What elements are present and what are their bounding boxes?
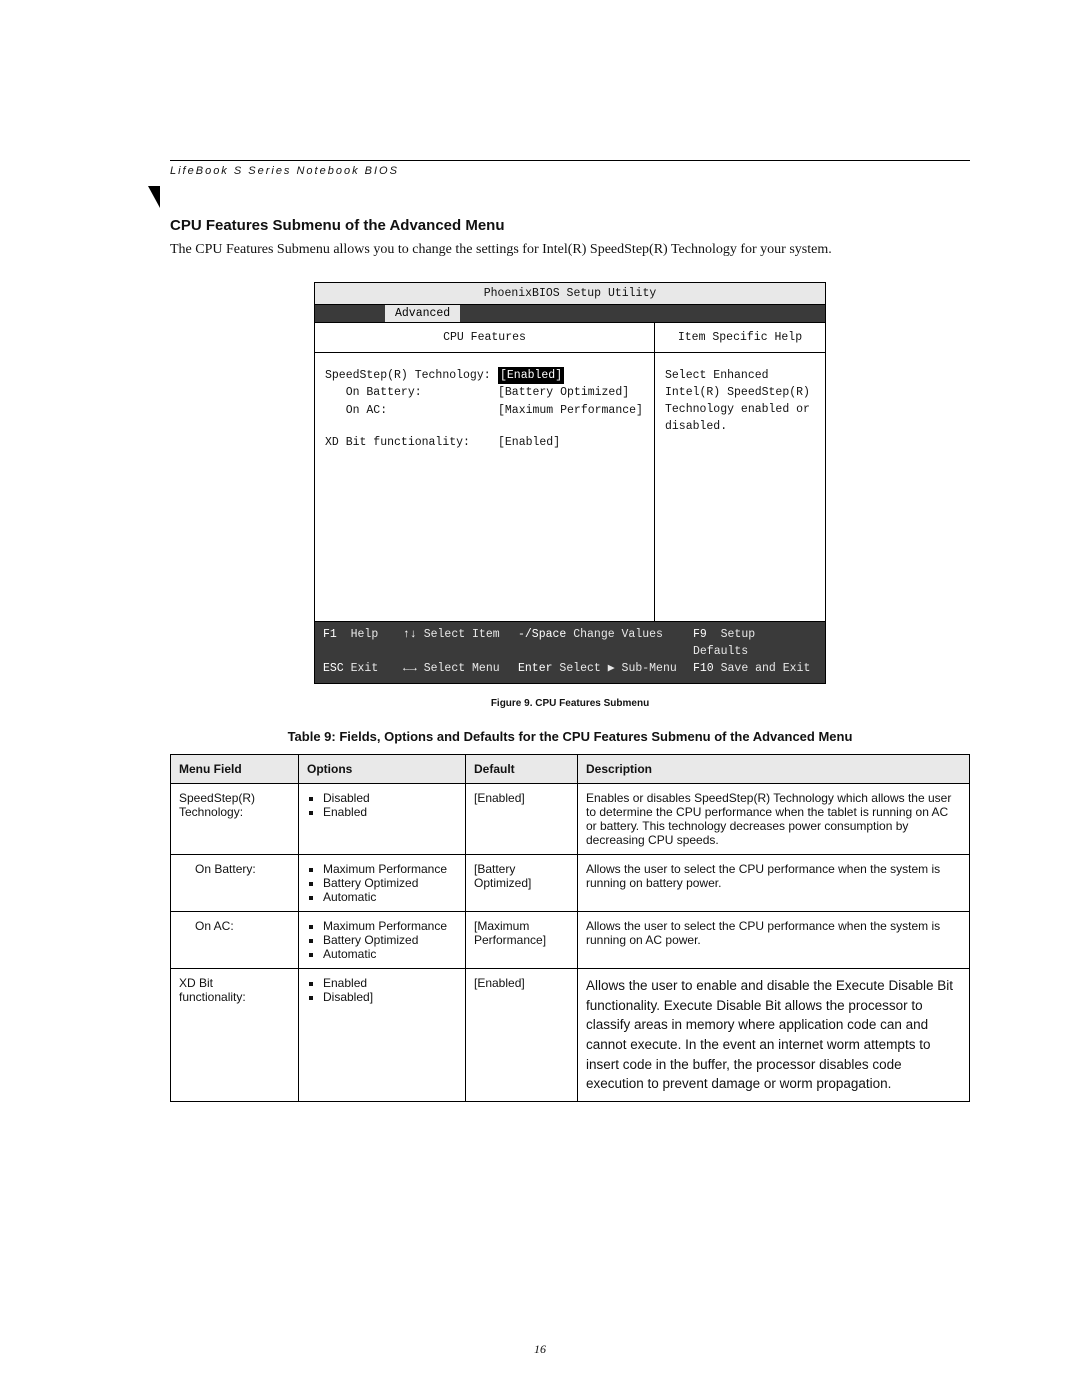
intro-paragraph: The CPU Features Submenu allows you to c…	[170, 240, 970, 260]
footer-select-submenu: Select ▶ Sub-Menu	[559, 662, 676, 675]
col-options: Options	[299, 755, 466, 784]
key-enter: Enter	[518, 662, 553, 675]
table-row: SpeedStep(R) Technology:DisabledEnabled[…	[171, 784, 970, 855]
key-f10: F10	[693, 662, 714, 675]
key-f1: F1	[323, 628, 337, 641]
table-header-row: Menu Field Options Default Description	[171, 755, 970, 784]
bios-label: XD Bit functionality:	[325, 434, 498, 452]
bios-left-header: CPU Features	[315, 323, 654, 353]
option-item: Automatic	[323, 947, 457, 961]
option-item: Enabled	[323, 805, 457, 819]
footer-select-menu: Select Menu	[424, 662, 500, 675]
running-header: LifeBook S Series Notebook BIOS	[170, 165, 970, 177]
arrows-up-down-icon: ↑↓	[403, 628, 417, 641]
figure-caption: Figure 9. CPU Features Submenu	[170, 698, 970, 709]
page-number: 16	[0, 1342, 1080, 1357]
cell-options: Maximum PerformanceBattery OptimizedAuto…	[299, 855, 466, 912]
bios-value: [Battery Optimized]	[498, 384, 644, 402]
col-menu-field: Menu Field	[171, 755, 299, 784]
cell-menu-field: On Battery:	[171, 855, 299, 912]
cell-description: Enables or disables SpeedStep(R) Technol…	[578, 784, 970, 855]
table-title: Table 9: Fields, Options and Defaults fo…	[170, 729, 970, 744]
cell-default: [Enabled]	[466, 969, 578, 1101]
option-item: Disabled]	[323, 990, 457, 1004]
key-minus-space: -/Space	[518, 628, 566, 641]
table-row: On AC:Maximum PerformanceBattery Optimiz…	[171, 912, 970, 969]
section-title: CPU Features Submenu of the Advanced Men…	[170, 217, 970, 234]
option-item: Disabled	[323, 791, 457, 805]
cell-menu-field: XD Bit functionality:	[171, 969, 299, 1101]
cell-options: DisabledEnabled	[299, 784, 466, 855]
bios-label: SpeedStep(R) Technology:	[325, 367, 498, 385]
bios-row-on-ac: On AC: [Maximum Performance]	[325, 402, 644, 420]
bios-value-selected: [Enabled]	[498, 367, 564, 385]
cell-menu-field: SpeedStep(R) Technology:	[171, 784, 299, 855]
bios-label: On Battery:	[325, 384, 498, 402]
option-item: Enabled	[323, 976, 457, 990]
option-item: Maximum Performance	[323, 862, 457, 876]
option-item: Automatic	[323, 890, 457, 904]
key-esc: ESC	[323, 662, 344, 675]
cell-default: [Maximum Performance]	[466, 912, 578, 969]
bios-footer: F1 Help ↑↓ Select Item -/Space Change Va…	[315, 622, 825, 684]
key-f9: F9	[693, 628, 707, 641]
cell-options: EnabledDisabled]	[299, 969, 466, 1101]
col-default: Default	[466, 755, 578, 784]
bios-row-xd-bit: XD Bit functionality: [Enabled]	[325, 434, 644, 452]
bios-help-text: Select Enhanced Intel(R) SpeedStep(R) Te…	[655, 353, 825, 450]
options-table: Menu Field Options Default Description S…	[170, 754, 970, 1101]
table-row: On Battery:Maximum PerformanceBattery Op…	[171, 855, 970, 912]
cell-description: Allows the user to enable and disable th…	[578, 969, 970, 1101]
footer-exit: Exit	[351, 662, 379, 675]
cell-default: [Enabled]	[466, 784, 578, 855]
footer-select-item: Select Item	[424, 628, 500, 641]
option-item: Battery Optimized	[323, 933, 457, 947]
bios-tab-advanced: Advanced	[385, 305, 460, 322]
option-item: Maximum Performance	[323, 919, 457, 933]
cell-default: [Battery Optimized]	[466, 855, 578, 912]
bios-label: On AC:	[325, 402, 498, 420]
option-item: Battery Optimized	[323, 876, 457, 890]
footer-change-values: Change Values	[573, 628, 663, 641]
cell-description: Allows the user to select the CPU perfor…	[578, 912, 970, 969]
arrows-left-right-icon: ←→	[403, 662, 417, 675]
bios-right-header: Item Specific Help	[655, 323, 825, 353]
bios-value: [Enabled]	[498, 434, 644, 452]
cell-description: Allows the user to select the CPU perfor…	[578, 855, 970, 912]
bios-row-speedstep: SpeedStep(R) Technology: [Enabled]	[325, 367, 644, 385]
bios-screenshot: PhoenixBIOS Setup Utility Advanced CPU F…	[314, 282, 826, 685]
table-row: XD Bit functionality:EnabledDisabled][En…	[171, 969, 970, 1101]
bios-value: [Maximum Performance]	[498, 402, 644, 420]
cell-options: Maximum PerformanceBattery OptimizedAuto…	[299, 912, 466, 969]
page-tab-marker	[148, 186, 160, 208]
footer-save-exit: Save and Exit	[721, 662, 811, 675]
col-description: Description	[578, 755, 970, 784]
bios-row-on-battery: On Battery: [Battery Optimized]	[325, 384, 644, 402]
footer-help: Help	[351, 628, 379, 641]
bios-tab-bar: Advanced	[315, 305, 825, 323]
cell-menu-field: On AC:	[171, 912, 299, 969]
bios-title: PhoenixBIOS Setup Utility	[315, 283, 825, 305]
